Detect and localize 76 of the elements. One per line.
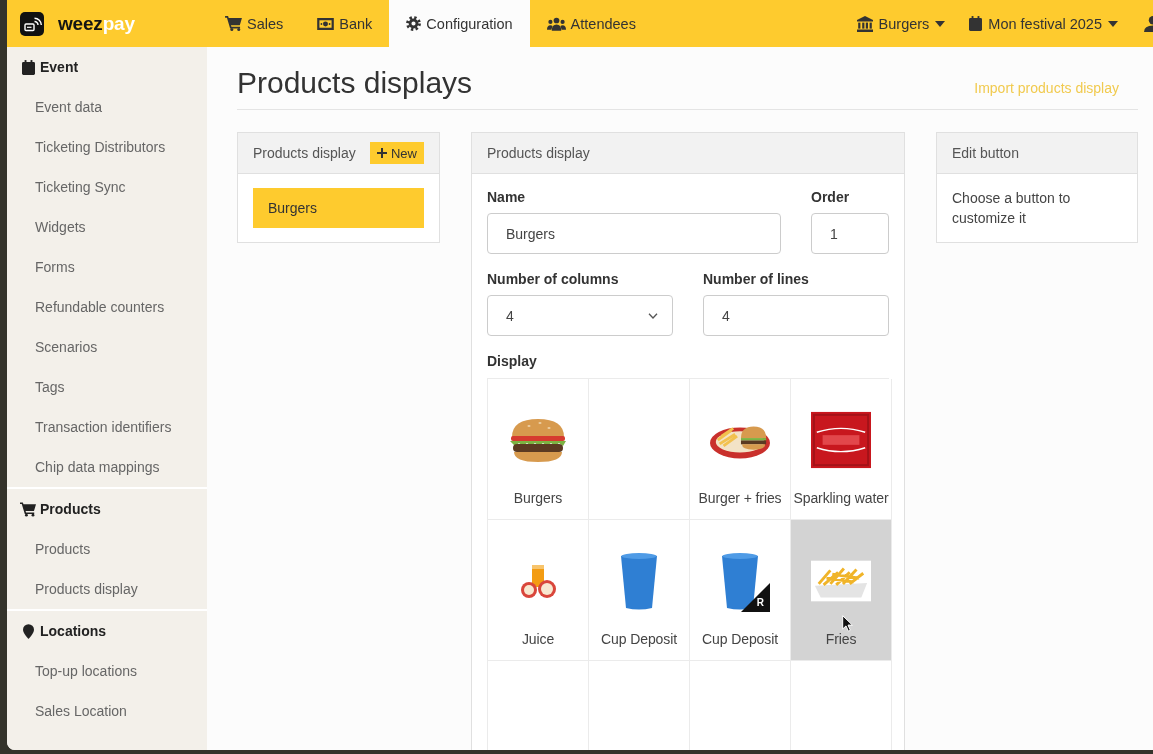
logo-wordmark: weezpay (58, 12, 135, 35)
product-tile[interactable]: R Cup Deposit (690, 520, 791, 661)
map-pin-icon (22, 623, 34, 639)
panel-title: Edit button (952, 145, 1019, 161)
page-title: Products displays (237, 65, 473, 101)
settings-icon (406, 16, 422, 31)
sidebar-section-title: Locations (40, 623, 107, 639)
cart-icon (20, 501, 36, 517)
hint-text: Choose a button to customize it (952, 189, 1072, 228)
sidebar-link[interactable]: Event data (35, 99, 102, 115)
product-tile[interactable]: Juice (488, 520, 589, 661)
calendar-icon (969, 16, 983, 31)
text-field[interactable]: Burgers (487, 213, 781, 254)
chevron-down-icon (648, 312, 658, 319)
product-tile[interactable]: Fries (791, 520, 892, 661)
selector-dropdown[interactable]: Burgers (856, 15, 946, 32)
bank-building-icon (856, 15, 873, 32)
sidebar-link[interactable]: Refundable counters (35, 299, 165, 315)
burger-icon (509, 417, 567, 463)
field-label: Number of columns (487, 270, 620, 288)
sidebar-link[interactable]: Sales Location (35, 703, 127, 719)
plus-icon (377, 148, 387, 158)
dropdown-field[interactable]: 4 (487, 295, 673, 336)
tile-label: Fries (825, 630, 857, 648)
text-field[interactable]: 4 (703, 295, 889, 336)
sidebar-link[interactable]: Scenarios (35, 339, 98, 355)
new-button[interactable]: New (370, 142, 424, 164)
sidebar-link[interactable]: Ticketing Distributors (35, 139, 166, 155)
sidebar-link[interactable]: Products display (35, 581, 138, 597)
sidebar-link[interactable]: Chip data mappings (35, 459, 160, 475)
user-icon (1143, 15, 1153, 32)
sidebar-link[interactable]: Widgets (35, 219, 86, 235)
sidebar-section-title: Event (40, 59, 79, 75)
panel-title: Products display (253, 145, 356, 161)
plastic-cup-icon (620, 552, 658, 610)
tile-label: Sparkling water (793, 489, 889, 507)
nav-tab[interactable]: Sales (208, 0, 301, 47)
field-label: Order (811, 188, 851, 206)
tile-label: Cup Deposit (601, 630, 677, 648)
field-label: Name (487, 188, 527, 206)
juice-and-apples-icon (520, 563, 556, 599)
tile-label: Cup Deposit (702, 630, 778, 648)
calendar-icon (21, 59, 35, 75)
nav-tab[interactable]: Bank (300, 0, 390, 47)
sidebar-link[interactable]: Products (35, 541, 91, 557)
text-field[interactable]: 1 (811, 213, 889, 254)
sidebar-link[interactable]: Transaction identifiers (35, 419, 172, 435)
plastic-cup-icon (721, 552, 759, 610)
fries-tray-icon (811, 560, 871, 602)
sidebar-link[interactable]: Top-up locations (35, 663, 137, 679)
sidebar-section-title: Products (40, 501, 101, 517)
nav-tab[interactable]: Attendees (529, 0, 653, 47)
mouse-pointer-icon (842, 615, 853, 632)
nav-tab[interactable]: Configuration (389, 0, 530, 47)
selector-dropdown[interactable]: Mon festival 2025 (969, 15, 1118, 32)
cart-icon (225, 16, 242, 31)
panel-title: Products display (487, 145, 590, 161)
tile-label: Burger + fries (698, 489, 782, 507)
product-tile[interactable]: Cup Deposit (589, 520, 690, 661)
product-tile[interactable]: Burger + fries (690, 379, 791, 520)
tile-label: Burgers (513, 489, 563, 507)
sidebar-link[interactable]: Forms (35, 259, 75, 275)
field-label: Display (487, 352, 538, 370)
tile-label: Juice (521, 630, 555, 648)
sidebar-link[interactable]: Ticketing Sync (35, 179, 126, 195)
users-icon (546, 16, 566, 31)
product-tile[interactable]: Burgers (488, 379, 589, 520)
banknote-icon (317, 17, 335, 30)
field-label: Number of lines (703, 270, 810, 288)
caret-icon (935, 20, 946, 27)
product-tile[interactable]: Sparkling water (791, 379, 892, 520)
contactless-card-icon (20, 11, 44, 36)
list-item[interactable]: Burgers (253, 188, 424, 228)
caret-icon (1108, 20, 1118, 27)
brand-label-icon (811, 411, 871, 469)
sidebar-link[interactable]: Tags (35, 379, 65, 395)
